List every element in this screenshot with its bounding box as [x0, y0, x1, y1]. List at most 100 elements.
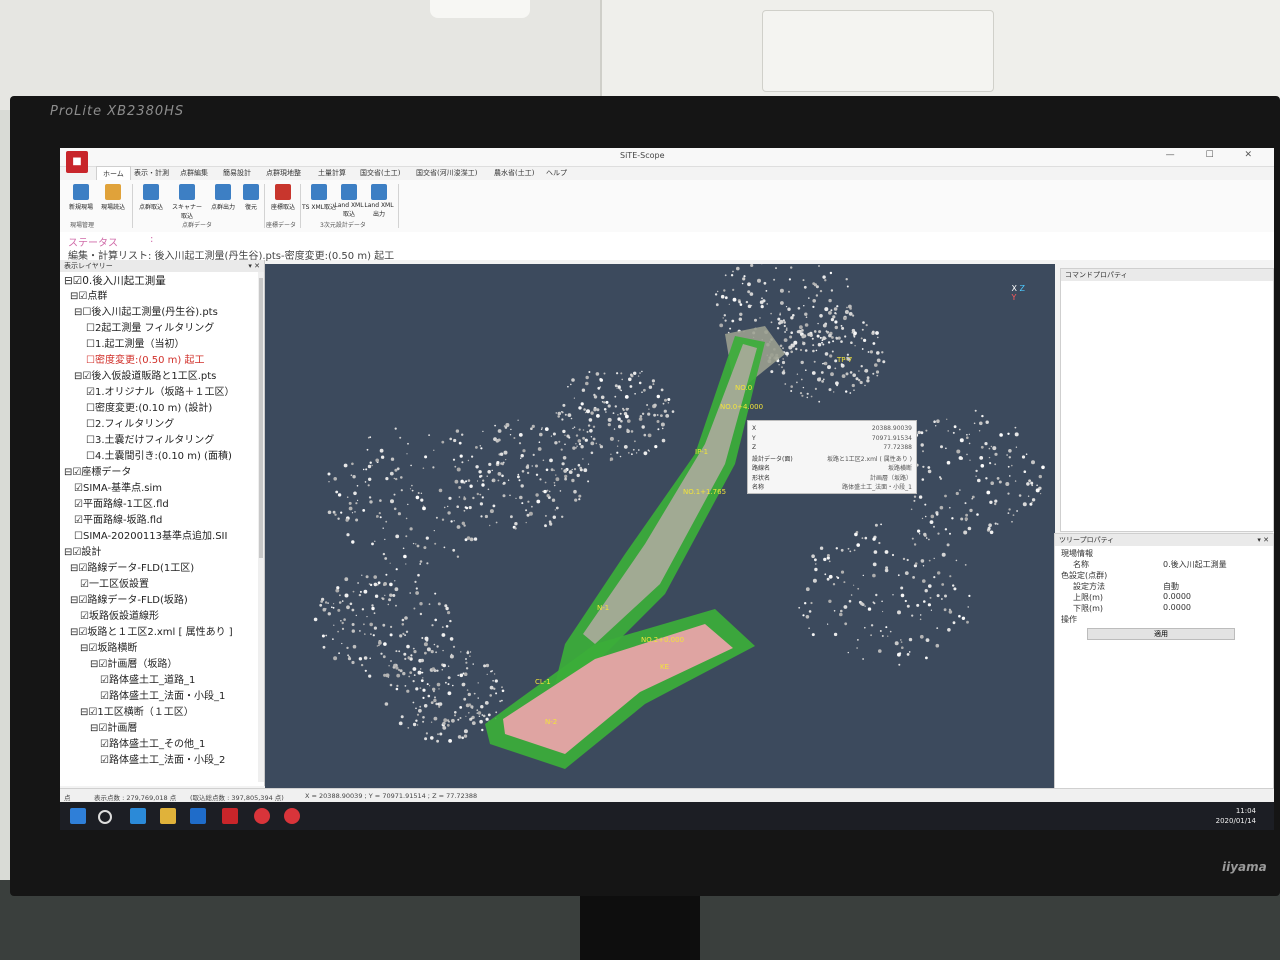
- layer-tree-item[interactable]: ☐2.フィルタリング: [86, 418, 174, 432]
- vegetation-point: [332, 510, 336, 514]
- restore-button[interactable]: 復元: [234, 184, 268, 211]
- edge-icon[interactable]: [130, 808, 146, 824]
- vegetation-point: [775, 267, 777, 270]
- vegetation-point: [641, 391, 643, 393]
- vegetation-point: [638, 449, 640, 451]
- new-site-button[interactable]: 新規現場: [64, 184, 98, 211]
- vegetation-point: [951, 517, 954, 520]
- layer-tree-item[interactable]: ⊟☑1工区横断（１工区）: [80, 706, 194, 720]
- layer-tree-item[interactable]: ⊟☑坂路と１工区2.xml [ 属性あり ]: [70, 626, 233, 640]
- layer-tree-item[interactable]: ☐3.土嚢だけフィルタリング: [86, 434, 214, 448]
- tab-mlit-river[interactable]: 国交省(河川浚渫工): [416, 168, 477, 178]
- tab-home[interactable]: ホーム: [96, 166, 131, 181]
- apply-button[interactable]: 適用: [1087, 628, 1235, 640]
- layer-tree-item[interactable]: ☐2起工測量 フィルタリング: [86, 322, 214, 336]
- pin-close-icon[interactable]: ▾ ✕: [1257, 534, 1269, 546]
- layer-tree-item[interactable]: ☐4.土嚢間引き:(0.10 m) (面積): [86, 450, 232, 464]
- layer-tree-item[interactable]: ☑路体盛土工_その他_1: [100, 738, 205, 752]
- vegetation-point: [822, 336, 826, 341]
- import-coords-label: 座標取込: [270, 204, 295, 211]
- tab-field[interactable]: 点群現地整: [266, 168, 301, 178]
- layer-tree-item[interactable]: ⊟☑計画層: [90, 722, 137, 736]
- landxml-export-button[interactable]: Land XML出力: [362, 184, 396, 218]
- site-scope-icon[interactable]: [222, 808, 238, 824]
- tree-panel-title-text: ツリープロパティ: [1059, 536, 1115, 544]
- method-value[interactable]: 自動: [1163, 581, 1179, 592]
- layer-tree-item[interactable]: ☑平面路線-1工区.fld: [74, 498, 169, 512]
- scanner-import-button[interactable]: スキャナー取込: [170, 184, 204, 220]
- vegetation-point: [892, 594, 894, 596]
- vegetation-point: [630, 373, 633, 377]
- vegetation-point: [430, 721, 433, 723]
- layer-tree-item[interactable]: ⊟☑後入仮設道販路と1工区.pts: [74, 370, 216, 384]
- layer-tree-item[interactable]: ☑SIMA-基準点.sim: [74, 482, 162, 496]
- point-cloud-viewport[interactable]: NO.0NO.0+4.000BCNO.1+1.765NO.2+0.000IP-1…: [265, 264, 1055, 790]
- ts-xml-import-button[interactable]: TS XML取込: [302, 184, 336, 211]
- layer-tree-item[interactable]: ☑一工区仮設置: [80, 578, 149, 592]
- tab-mlit-earthwork[interactable]: 国交省(土工): [360, 168, 400, 178]
- vegetation-point: [443, 506, 446, 509]
- vegetation-point: [486, 475, 488, 477]
- vegetation-point: [459, 454, 463, 458]
- layer-scrollbar[interactable]: [258, 272, 264, 782]
- layer-tree-item[interactable]: ☑路体盛土工_法面・小段_1: [100, 690, 225, 704]
- file-explorer-icon[interactable]: [160, 808, 176, 824]
- landxml-import-button[interactable]: Land XML取込: [332, 184, 366, 218]
- layer-tree-item[interactable]: ☑平面路線-坂路.fld: [74, 514, 162, 528]
- layer-tree-item[interactable]: ⊟☑点群: [70, 290, 107, 304]
- app-icon-red-2[interactable]: [284, 808, 300, 824]
- vegetation-point: [467, 692, 471, 697]
- layer-tree-item[interactable]: ⊟☑路線データ-FLD(1工区): [70, 562, 194, 576]
- vegetation-point: [715, 303, 719, 307]
- app-logo-icon[interactable]: ■: [66, 151, 88, 173]
- window-controls[interactable]: — ☐ ✕: [1166, 150, 1266, 160]
- tab-design[interactable]: 簡易設計: [223, 168, 251, 178]
- vegetation-point: [785, 329, 788, 331]
- vegetation-point: [923, 532, 927, 537]
- layer-tree-item[interactable]: ⊟☐後入川起工測量(丹生谷).pts: [74, 306, 218, 320]
- point-cloud-canvas[interactable]: NO.0NO.0+4.000BCNO.1+1.765NO.2+0.000IP-1…: [265, 264, 1055, 790]
- outlook-icon[interactable]: [190, 808, 206, 824]
- layer-tree-item[interactable]: ☐1.起工測量（当初）: [86, 338, 185, 352]
- windows-start-icon[interactable]: [70, 808, 86, 824]
- layer-tree-item[interactable]: ☑路体盛土工_道路_1: [100, 674, 195, 688]
- tab-maff[interactable]: 農水省(土工): [494, 168, 534, 178]
- tab-edit[interactable]: 点群編集: [180, 168, 208, 178]
- import-coords-button[interactable]: 座標取込: [266, 184, 300, 211]
- layer-tree-item[interactable]: ☑坂路仮設道線形: [80, 610, 159, 624]
- layer-tree-item[interactable]: ⊟☑計画層（坂路）: [90, 658, 177, 672]
- tab-volume[interactable]: 土量計算: [318, 168, 346, 178]
- upper-value[interactable]: 0.0000: [1163, 592, 1191, 601]
- layer-tree-item[interactable]: ⊟☑坂路横断: [80, 642, 137, 656]
- tab-view[interactable]: 表示・計測: [134, 168, 169, 178]
- name-value[interactable]: 0.後入川起工測量: [1163, 559, 1227, 570]
- layer-tree-item[interactable]: ☐密度変更:(0.50 m) 起工: [86, 354, 205, 368]
- layer-tree-item[interactable]: ⊟☑座標データ: [64, 466, 131, 480]
- load-site-button[interactable]: 現場読込: [96, 184, 130, 211]
- vegetation-point: [424, 636, 429, 641]
- layer-tree-item[interactable]: ☑1.オリジナル（坂路＋１工区）: [86, 386, 235, 400]
- vegetation-point: [357, 499, 359, 501]
- pin-close-icon[interactable]: ▾ ✕: [248, 260, 260, 272]
- vegetation-point: [493, 673, 496, 675]
- scroll-thumb[interactable]: [259, 278, 263, 558]
- tab-help[interactable]: ヘルプ: [546, 168, 567, 178]
- import-points-button[interactable]: 点群取込: [134, 184, 168, 211]
- layer-tree-item[interactable]: ⊟☑路線データ-FLD(坂路): [70, 594, 188, 608]
- vegetation-point: [875, 593, 878, 597]
- layer-tree-item[interactable]: ☐密度変更:(0.10 m) (設計): [86, 402, 212, 416]
- lower-value[interactable]: 0.0000: [1163, 603, 1191, 612]
- vegetation-point: [419, 705, 422, 708]
- vegetation-point: [528, 511, 533, 516]
- app-icon-red[interactable]: [254, 808, 270, 824]
- layer-tree-item[interactable]: ⊟☑設計: [64, 546, 101, 560]
- clock[interactable]: 11:04 2020/01/14: [1216, 806, 1256, 826]
- layer-tree-item[interactable]: ☑路体盛土工_法面・小段_2: [100, 754, 225, 768]
- layer-tree-item[interactable]: ☐SIMA-20200113基準点追加.SII: [74, 530, 227, 544]
- layer-tree-item[interactable]: ⊟☑0.後入川起工測量: [64, 274, 166, 288]
- vegetation-point: [889, 630, 892, 633]
- vegetation-point: [532, 453, 535, 456]
- vegetation-point: [463, 697, 467, 701]
- vegetation-point: [607, 404, 611, 408]
- search-icon[interactable]: [98, 810, 112, 824]
